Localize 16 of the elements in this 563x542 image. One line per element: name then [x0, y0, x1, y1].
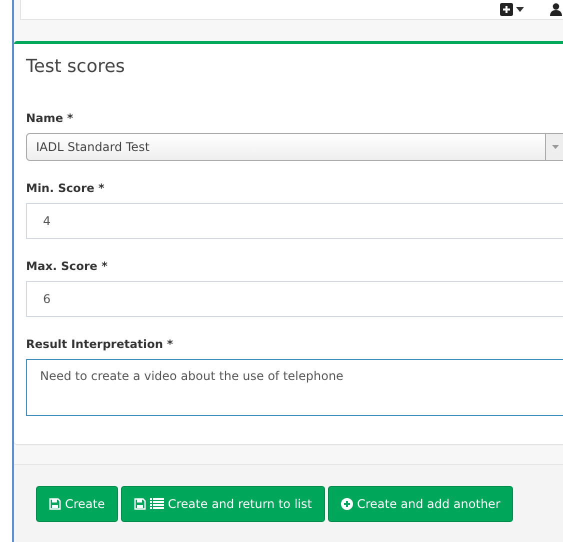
- input-field[interactable]: 6: [26, 281, 563, 317]
- caret-icon: [552, 145, 558, 149]
- field-label: Name *: [26, 111, 74, 125]
- user-icon: [550, 2, 562, 16]
- field-label: Max. Score *: [26, 259, 108, 273]
- dropdown-button[interactable]: [500, 1, 524, 17]
- plus-circle-icon: [340, 498, 353, 510]
- form-title: Test scores: [26, 56, 126, 77]
- list-icon: [150, 498, 164, 510]
- input-field[interactable]: 4: [26, 203, 563, 239]
- select-field[interactable]: IADL Standard Test: [26, 133, 563, 161]
- text-area[interactable]: Need to create a video about the use of telephone: [26, 359, 563, 416]
- plus-square-icon: [500, 2, 513, 16]
- caret-icon: [516, 6, 524, 12]
- field-label: Min. Score *: [26, 181, 106, 195]
- field-label: Result Interpretation *: [26, 337, 174, 351]
